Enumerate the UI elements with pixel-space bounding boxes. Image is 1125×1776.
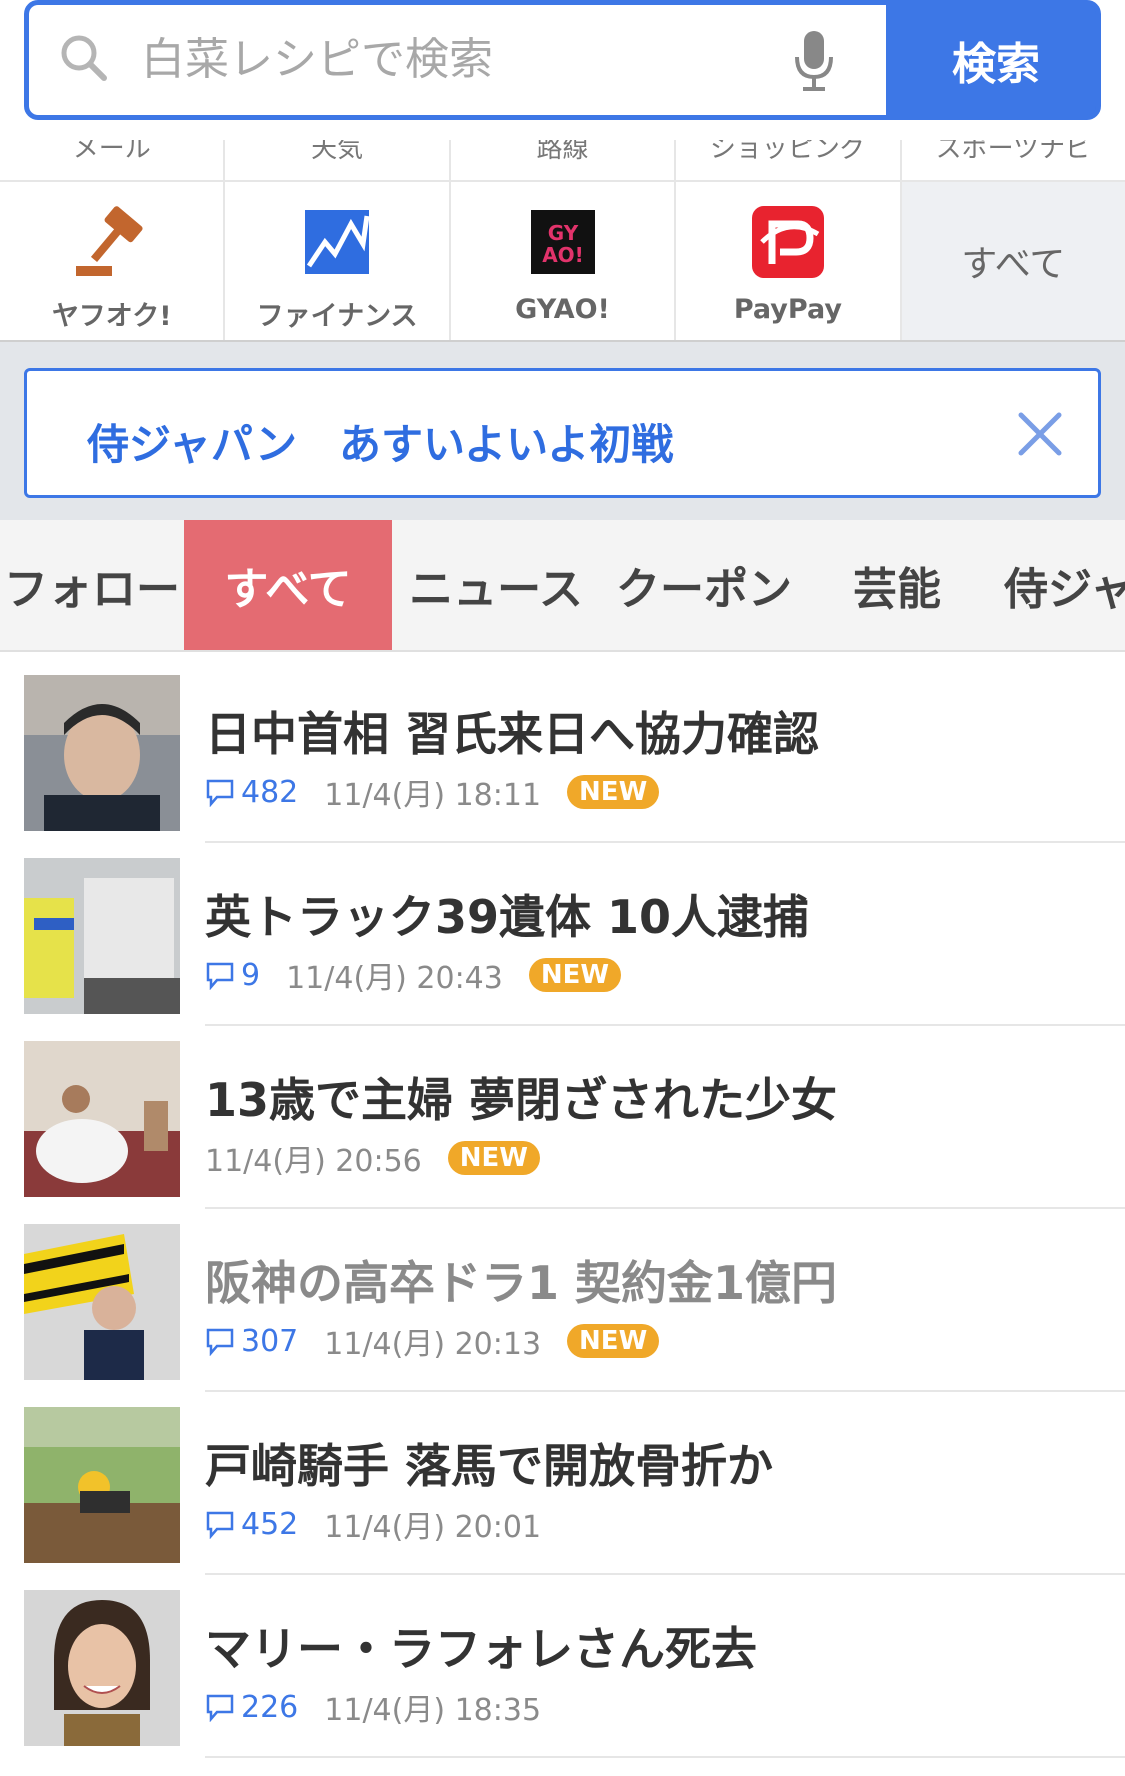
comment-icon xyxy=(206,1694,234,1722)
comment-count: 452 xyxy=(241,1506,299,1542)
news-title[interactable]: 英トラック39遺体 10人逮捕 xyxy=(205,881,809,947)
services-top-row: メール 天気 路線 ショッピング スポーツナビ xyxy=(0,140,1125,182)
service-finance[interactable]: ファイナンス xyxy=(225,182,451,340)
news-meta: 226 11/4(月) 18:35 xyxy=(205,1685,541,1729)
paypay-icon xyxy=(751,206,824,278)
gyao-icon: GY AO! xyxy=(530,210,595,274)
service-sportsnavi[interactable]: スポーツナビ xyxy=(902,140,1125,180)
news-time: 11/4(月) 18:35 xyxy=(324,1693,542,1728)
news-item[interactable]: 阪神の高卒ドラ1 契約金1億円 307 11/4(月) 20:13 NEW xyxy=(0,1209,1125,1392)
service-label: ヤフオク! xyxy=(51,301,172,332)
service-mail[interactable]: メール xyxy=(0,140,226,180)
news-title[interactable]: 日中首相 習氏来日へ協力確認 xyxy=(205,698,819,764)
chart-icon xyxy=(305,210,370,274)
gavel-icon xyxy=(75,206,143,276)
comment-count: 226 xyxy=(241,1689,299,1725)
new-badge: NEW xyxy=(447,1141,540,1175)
news-thumbnail xyxy=(24,1041,180,1197)
news-meta: 11/4(月) 20:56 NEW xyxy=(205,1136,540,1180)
news-time: 11/4(月) 20:01 xyxy=(324,1510,542,1545)
svg-text:AO!: AO! xyxy=(542,243,584,267)
divider xyxy=(205,1756,1125,1758)
services-row: ヤフオク! ファイナンス GY AO! GYAO! PayPay すべて xyxy=(0,182,1125,342)
news-item[interactable]: マリー・ラフォレさん死去 226 11/4(月) 18:35 xyxy=(0,1575,1125,1758)
service-gyao[interactable]: GY AO! GYAO! xyxy=(450,182,677,340)
news-meta: 307 11/4(月) 20:13 NEW xyxy=(205,1319,660,1363)
comment-icon xyxy=(206,1328,234,1356)
news-thumbnail xyxy=(24,858,180,1014)
tab-all[interactable]: すべて xyxy=(184,520,392,650)
service-weather[interactable]: 天気 xyxy=(225,140,451,180)
news-title[interactable]: マリー・ラフォレさん死去 xyxy=(205,1613,757,1679)
tab-samurai-japan[interactable]: 侍ジャ xyxy=(986,520,1125,650)
svg-text:GY: GY xyxy=(547,221,578,245)
news-time: 11/4(月) 18:11 xyxy=(324,778,542,813)
new-badge: NEW xyxy=(567,775,660,809)
news-title[interactable]: 阪神の高卒ドラ1 契約金1億円 xyxy=(205,1247,837,1313)
microphone-icon[interactable] xyxy=(789,29,839,93)
breaking-news-banner[interactable]: 侍ジャパン あすいよいよ初戦 xyxy=(24,368,1101,498)
tab-coupon[interactable]: クーポン xyxy=(600,520,808,650)
news-title[interactable]: 13歳で主婦 夢閉ざされた少女 xyxy=(205,1064,837,1130)
service-label: PayPay xyxy=(733,294,842,325)
news-time: 11/4(月) 20:13 xyxy=(324,1327,542,1362)
tab-entertainment[interactable]: 芸能 xyxy=(808,520,986,650)
search-icon xyxy=(61,35,107,81)
service-shopping[interactable]: ショッピング xyxy=(676,140,902,180)
service-label: GYAO! xyxy=(515,294,610,325)
service-all-label: すべて xyxy=(961,244,1066,285)
comment-count: 9 xyxy=(241,957,261,993)
news-meta: 452 11/4(月) 20:01 xyxy=(205,1502,541,1546)
service-label: ファイナンス xyxy=(256,301,418,332)
news-time: 11/4(月) 20:56 xyxy=(205,1144,422,1179)
service-transit[interactable]: 路線 xyxy=(451,140,677,180)
news-thumbnail xyxy=(24,1590,180,1746)
comment-count: 307 xyxy=(241,1323,299,1359)
news-title[interactable]: 戸崎騎手 落馬で開放骨折か xyxy=(205,1430,773,1496)
service-yahuoku[interactable]: ヤフオク! xyxy=(0,182,226,340)
news-time: 11/4(月) 20:43 xyxy=(286,961,503,996)
comment-icon xyxy=(206,1511,234,1539)
news-meta: 482 11/4(月) 18:11 NEW xyxy=(205,770,660,814)
new-badge: NEW xyxy=(567,1324,660,1358)
news-item[interactable]: 日中首相 習氏来日へ協力確認 482 11/4(月) 18:11 NEW xyxy=(0,660,1125,843)
tab-news[interactable]: ニュース xyxy=(392,520,600,650)
category-tabs: フォロー すべて ニュース クーポン 芸能 侍ジャ xyxy=(0,520,1125,652)
news-thumbnail xyxy=(24,1224,180,1380)
search-button[interactable]: 検索 xyxy=(886,5,1096,115)
comment-icon xyxy=(206,779,234,807)
news-list: 日中首相 習氏来日へ協力確認 482 11/4(月) 18:11 NEW 英トラ… xyxy=(0,660,1125,1758)
news-meta: 9 11/4(月) 20:43 NEW xyxy=(205,953,622,997)
close-icon[interactable] xyxy=(1017,411,1063,457)
new-badge: NEW xyxy=(528,958,622,992)
news-item[interactable]: 戸崎騎手 落馬で開放骨折か 452 11/4(月) 20:01 xyxy=(0,1392,1125,1575)
search-input[interactable] xyxy=(141,29,781,89)
banner-text: 侍ジャパン あすいよいよ初戦 xyxy=(87,420,674,469)
search-bar: 検索 xyxy=(24,0,1101,120)
service-all[interactable]: すべて xyxy=(901,182,1125,340)
tab-follow[interactable]: フォロー xyxy=(0,520,184,650)
service-paypay[interactable]: PayPay xyxy=(676,182,902,340)
news-thumbnail xyxy=(24,675,180,831)
news-thumbnail xyxy=(24,1407,180,1563)
alert-band: 侍ジャパン あすいよいよ初戦 xyxy=(0,342,1125,520)
comment-icon xyxy=(206,962,234,990)
news-item[interactable]: 13歳で主婦 夢閉ざされた少女 11/4(月) 20:56 NEW xyxy=(0,1026,1125,1209)
news-item[interactable]: 英トラック39遺体 10人逮捕 9 11/4(月) 20:43 NEW xyxy=(0,843,1125,1026)
search-field[interactable] xyxy=(29,5,886,115)
comment-count: 482 xyxy=(241,774,299,810)
